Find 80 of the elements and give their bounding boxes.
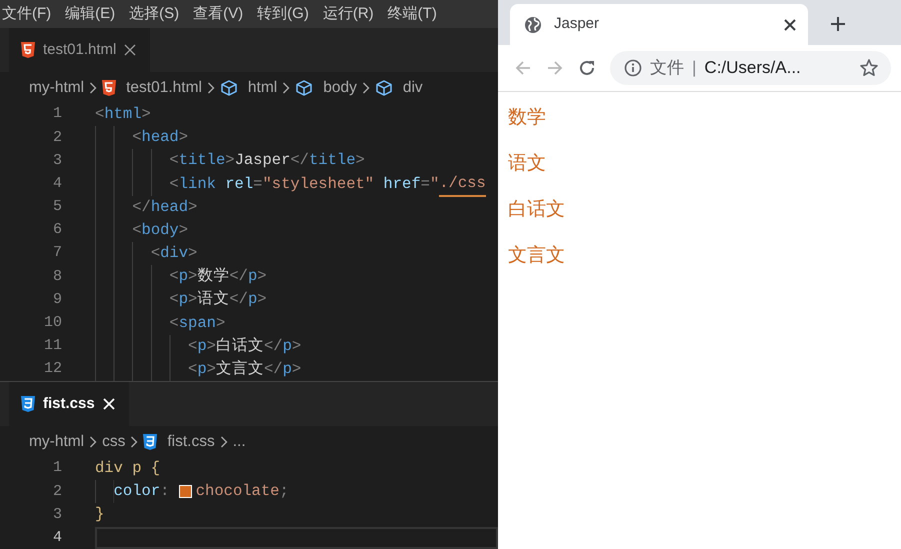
star-icon[interactable] — [859, 58, 879, 78]
code-text: color: — [114, 481, 170, 502]
chevron-icon — [362, 82, 370, 94]
breadcrumb-item[interactable]: html — [248, 76, 278, 100]
line-number: 10 — [42, 313, 62, 334]
cube-icon — [374, 78, 393, 96]
scheme-label: 文件 — [650, 57, 684, 80]
page-text: 数学 — [508, 106, 547, 130]
menu-item[interactable]: 运行(R) — [320, 2, 382, 26]
info-icon[interactable] — [624, 59, 642, 77]
separator-text: | — [692, 57, 696, 80]
breadcrumb-item[interactable]: div — [402, 76, 423, 100]
editor-tab[interactable]: test01.html — [9, 28, 150, 72]
globe-icon — [524, 16, 542, 34]
chevron-icon — [89, 436, 98, 448]
page-text: 文言文 — [508, 244, 566, 268]
html-file-icon — [21, 42, 35, 58]
menu-item[interactable]: 终端(T) — [386, 2, 445, 26]
line-number: 3 — [52, 150, 62, 171]
line-number: 12 — [42, 359, 62, 380]
page-text: 语文 — [508, 152, 547, 176]
chevron-icon — [220, 436, 228, 448]
page-text: 白话文 — [508, 198, 566, 222]
browser-tab[interactable]: Jasper — [510, 4, 808, 45]
line-number: 2 — [52, 482, 62, 502]
breadcrumb-item[interactable]: my-html — [29, 430, 84, 454]
close-icon[interactable] — [124, 44, 136, 56]
code-line: <p>数学</p> — [95, 265, 498, 288]
chevron-icon — [89, 82, 98, 94]
line-number: 5 — [52, 197, 62, 218]
line-number: 4 — [52, 528, 62, 548]
code-line: <body> — [95, 218, 498, 242]
chevron-icon — [130, 436, 138, 448]
code-line: <span> — [95, 312, 498, 335]
editor-tab[interactable]: fist.css — [9, 382, 129, 426]
url-text: C:/Users/A... — [704, 57, 802, 80]
code-line: <link rel="stylesheet" href="./css — [95, 172, 498, 196]
css-file-icon — [143, 434, 158, 450]
line-number: 4 — [52, 174, 62, 194]
breadcrumb-item[interactable]: body — [323, 76, 357, 100]
close-icon[interactable] — [784, 18, 796, 30]
line-number: 7 — [52, 243, 62, 264]
css-file-icon — [21, 396, 35, 412]
code-line: <html> — [95, 104, 152, 125]
line-number: 9 — [52, 290, 62, 310]
breadcrumb-item[interactable]: my-html — [29, 76, 84, 100]
line-number: 1 — [52, 458, 62, 478]
code-line: } — [95, 504, 106, 526]
chevron-icon — [282, 82, 290, 94]
code-line: div p { — [95, 458, 162, 479]
breadcrumb-item[interactable]: test01.html — [126, 76, 202, 100]
code-line: <title>Jasper</title> — [95, 149, 498, 173]
code-text: chocolate; — [196, 481, 289, 502]
chevron-icon — [206, 82, 215, 94]
menu-item[interactable]: 选择(S) — [127, 2, 188, 26]
code-line: <p>语文</p> — [95, 288, 498, 312]
code-line: <p>白话文</p> — [95, 334, 498, 358]
cube-icon — [220, 78, 238, 96]
code-line: <p>文言文</p> — [95, 358, 498, 381]
cube-icon — [295, 78, 314, 96]
code-line: <div> — [95, 242, 498, 266]
line-number: 1 — [52, 104, 62, 124]
new-tab-icon[interactable] — [830, 16, 846, 32]
menu-item[interactable]: 查看(V) — [191, 2, 252, 26]
code-line: </head> — [95, 196, 498, 219]
menu-item[interactable]: 编辑(E) — [63, 2, 124, 26]
line-number: 6 — [52, 220, 62, 240]
reload-icon[interactable] — [578, 59, 596, 77]
code-line: <head> — [95, 126, 498, 150]
line-number: 2 — [52, 128, 62, 148]
menu-item[interactable]: 转到(G) — [255, 2, 317, 26]
address-bar[interactable]: 文件 | C:/Users/A... — [610, 51, 891, 85]
menu-item[interactable]: 文件(F) — [0, 2, 60, 26]
line-number: 3 — [52, 504, 62, 525]
line-number: 8 — [52, 266, 62, 287]
line-number: 11 — [42, 336, 62, 356]
breadcrumb-item[interactable]: ... — [232, 430, 246, 454]
breadcrumb-item[interactable]: css — [102, 430, 126, 454]
breadcrumb-item[interactable]: fist.css — [167, 430, 215, 454]
html-file-icon — [102, 80, 116, 96]
